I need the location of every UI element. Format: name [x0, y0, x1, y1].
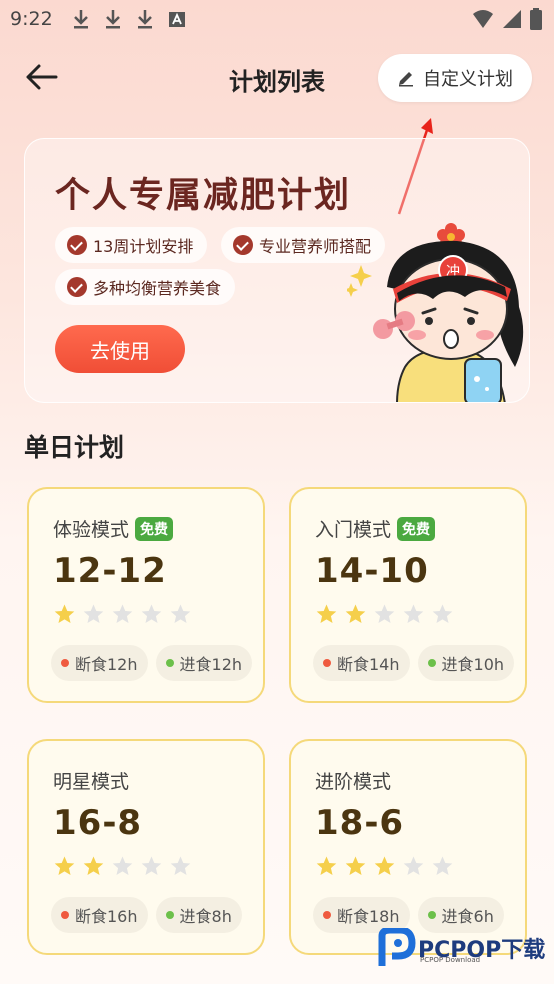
plan-name: 进阶模式	[315, 771, 392, 793]
plan-name: 入门模式	[315, 519, 392, 541]
difficulty-stars	[315, 603, 454, 626]
star-filled-icon	[316, 604, 337, 624]
eat-label: 进食8h	[179, 907, 232, 926]
star-empty-icon	[141, 604, 162, 624]
star-empty-icon	[112, 604, 133, 624]
plan-ratio: 16-8	[53, 803, 143, 843]
plan-name-row: 进阶模式	[315, 767, 391, 794]
eat-dot-icon	[427, 911, 436, 919]
pcpop-logo-icon	[378, 928, 416, 966]
star-filled-icon	[345, 604, 366, 624]
star-empty-icon	[403, 856, 424, 876]
plan-tags: 断食16h 进食8h	[51, 897, 242, 933]
plan-tags: 断食14h 进食10h	[313, 645, 515, 681]
plan-ratio: 14-10	[315, 551, 429, 591]
fast-dot-icon	[61, 659, 69, 667]
mascot-illustration: 冲	[347, 223, 524, 402]
difficulty-stars	[315, 855, 454, 878]
download-icon	[104, 8, 124, 30]
plan-card[interactable]: 入门模式 免费 14-10 断食14h 进食10h	[289, 487, 527, 703]
fast-dot-icon	[323, 911, 331, 919]
feature-label: 13周计划安排	[93, 237, 194, 256]
plan-ratio: 12-12	[53, 551, 167, 591]
star-filled-icon	[316, 856, 337, 876]
check-icon	[233, 235, 253, 255]
banner-title: 个人专属减肥计划	[55, 176, 352, 216]
watermark: PCPOP下载 PCPOP Download	[376, 928, 545, 968]
star-empty-icon	[141, 856, 162, 876]
star-filled-icon	[345, 856, 366, 876]
star-empty-icon	[112, 856, 133, 876]
eat-label: 进食10h	[441, 655, 505, 674]
system-icons	[472, 8, 542, 30]
status-bar: 9:22	[0, 0, 554, 40]
star-empty-icon	[432, 604, 453, 624]
fast-label: 断食14h	[337, 655, 400, 674]
star-filled-icon	[54, 604, 75, 624]
plan-name: 明星模式	[53, 771, 130, 793]
use-plan-button[interactable]: 去使用	[55, 325, 185, 373]
download-icon	[136, 8, 156, 30]
fast-tag: 断食12h	[51, 645, 148, 681]
fast-dot-icon	[323, 659, 331, 667]
eat-label: 进食6h	[441, 907, 494, 926]
plan-name: 体验模式	[53, 519, 130, 541]
promo-banner: 个人专属减肥计划 13周计划安排 专业营养师搭配 多种均衡营养美食 去使用 冲	[24, 138, 530, 403]
feature-chip: 13周计划安排	[55, 227, 208, 263]
star-filled-icon	[374, 856, 395, 876]
plan-name-row: 体验模式 免费	[53, 515, 174, 542]
eat-dot-icon	[165, 911, 174, 919]
custom-plan-button[interactable]: 自定义计划	[378, 54, 532, 102]
eat-label: 进食12h	[179, 655, 243, 674]
difficulty-stars	[53, 603, 192, 626]
plan-tags: 断食12h 进食12h	[51, 645, 253, 681]
feature-label: 多种均衡营养美食	[93, 279, 222, 298]
fast-tag: 断食14h	[313, 645, 410, 681]
star-empty-icon	[403, 604, 424, 624]
star-empty-icon	[374, 604, 395, 624]
difficulty-stars	[53, 855, 192, 878]
fast-label: 断食18h	[337, 907, 400, 926]
wifi-icon	[473, 10, 493, 28]
star-filled-icon	[83, 856, 104, 876]
plan-card[interactable]: 体验模式 免费 12-12 断食12h 进食12h	[27, 487, 265, 703]
free-badge: 免费	[135, 516, 174, 541]
star-empty-icon	[432, 856, 453, 876]
download-icon	[72, 8, 92, 30]
free-badge: 免费	[397, 516, 436, 541]
star-filled-icon	[54, 856, 75, 876]
signal-icon	[503, 10, 521, 28]
status-time: 9:22	[10, 8, 53, 30]
feature-chip: 多种均衡营养美食	[55, 269, 236, 305]
plan-name-row: 明星模式	[53, 767, 129, 794]
fast-label: 断食12h	[75, 655, 138, 674]
app-bar: 计划列表 自定义计划	[0, 52, 554, 104]
plan-ratio: 18-6	[315, 803, 405, 843]
battery-icon	[530, 8, 542, 30]
watermark-sub: PCPOP Download	[420, 956, 481, 964]
app-notification-icon	[168, 8, 188, 30]
eat-tag: 进食10h	[417, 645, 515, 681]
custom-plan-label: 自定义计划	[423, 69, 513, 90]
pencil-icon	[399, 72, 413, 87]
eat-tag: 进食8h	[155, 897, 242, 933]
star-empty-icon	[83, 604, 104, 624]
check-icon	[67, 235, 87, 255]
check-icon	[67, 277, 87, 297]
fast-dot-icon	[61, 911, 69, 919]
star-empty-icon	[170, 604, 191, 624]
plan-card[interactable]: 明星模式 16-8 断食16h 进食8h	[27, 739, 265, 955]
fast-label: 断食16h	[75, 907, 138, 926]
section-title: 单日计划	[24, 433, 125, 462]
notification-icons	[72, 8, 188, 30]
eat-tag: 进食12h	[155, 645, 253, 681]
eat-dot-icon	[165, 659, 174, 667]
plan-name-row: 入门模式 免费	[315, 515, 436, 542]
plan-card[interactable]: 进阶模式 18-6 断食18h 进食6h	[289, 739, 527, 955]
fast-tag: 断食16h	[51, 897, 148, 933]
eat-dot-icon	[427, 659, 436, 667]
star-empty-icon	[170, 856, 191, 876]
